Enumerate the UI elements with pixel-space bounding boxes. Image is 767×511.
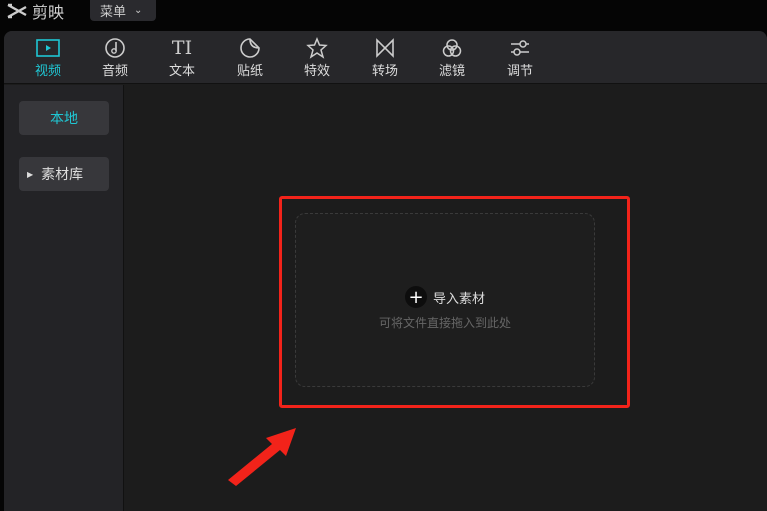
tab-label: 音频: [101, 64, 128, 79]
adjust-icon: [495, 36, 545, 60]
tab-label: 滤镜: [438, 64, 465, 79]
tab-adjust[interactable]: 调节: [495, 36, 545, 79]
tab-filter[interactable]: 滤镜: [427, 36, 477, 79]
annotation-arrow-icon: [228, 428, 296, 486]
tab-audio[interactable]: 音频: [90, 36, 140, 79]
highlight-box: [279, 196, 630, 408]
video-icon: [23, 36, 73, 60]
text-icon: TI: [171, 37, 193, 59]
sidebar-item-local[interactable]: 本地: [19, 101, 109, 135]
tab-effects[interactable]: 特效: [292, 36, 342, 79]
tab-label: 贴纸: [236, 64, 263, 79]
tab-video[interactable]: 视频: [23, 36, 73, 79]
media-toolbar: 视频 音频 TI 文本 贴纸 特效 转场 滤镜 调节: [4, 31, 767, 84]
tab-sticker[interactable]: 贴纸: [225, 36, 275, 79]
caret-right-icon: ▶: [27, 169, 34, 179]
tab-label: 视频: [34, 64, 61, 79]
chevron-down-icon: ⌄: [134, 5, 143, 16]
transition-icon: [360, 36, 410, 60]
tab-text[interactable]: TI 文本: [157, 36, 207, 79]
sidebar-item-label: 本地: [50, 111, 78, 127]
title-bar: 剪映 菜单 ⌄: [0, 0, 767, 30]
music-icon: [90, 36, 140, 60]
sidebar-item-library[interactable]: ▶ 素材库: [19, 157, 109, 191]
sidebar-item-label: 素材库: [41, 167, 84, 183]
tab-label: 调节: [506, 64, 533, 79]
filter-icon: [427, 36, 477, 60]
tab-label: 特效: [303, 64, 330, 79]
app-title: 剪映: [32, 3, 65, 22]
tab-label: 转场: [371, 64, 398, 79]
tab-label: 文本: [168, 64, 195, 79]
menu-label: 菜单: [100, 5, 127, 20]
effects-icon: [292, 36, 342, 60]
menu-button[interactable]: 菜单 ⌄: [90, 0, 156, 21]
capcut-logo-icon: [7, 3, 27, 19]
media-panel: 视频 音频 TI 文本 贴纸 特效 转场 滤镜 调节 本地 ▶ 素材库 + 导入素材 …: [4, 31, 767, 511]
app-logo: 剪映: [6, 0, 64, 22]
sidebar: 本地 ▶ 素材库: [4, 85, 124, 511]
tab-transition[interactable]: 转场: [360, 36, 410, 79]
sticker-icon: [225, 36, 275, 60]
